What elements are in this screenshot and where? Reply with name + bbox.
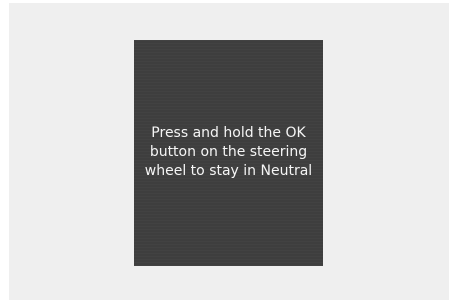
- message-line: Press and hold the OK: [151, 124, 306, 141]
- driver-display-panel: Press and hold the OK button on the stee…: [134, 40, 323, 266]
- message-line: wheel to stay in Neutral: [144, 162, 313, 179]
- message-line: button on the steering: [149, 143, 308, 160]
- neutral-hold-message: Press and hold the OK button on the stee…: [134, 124, 323, 181]
